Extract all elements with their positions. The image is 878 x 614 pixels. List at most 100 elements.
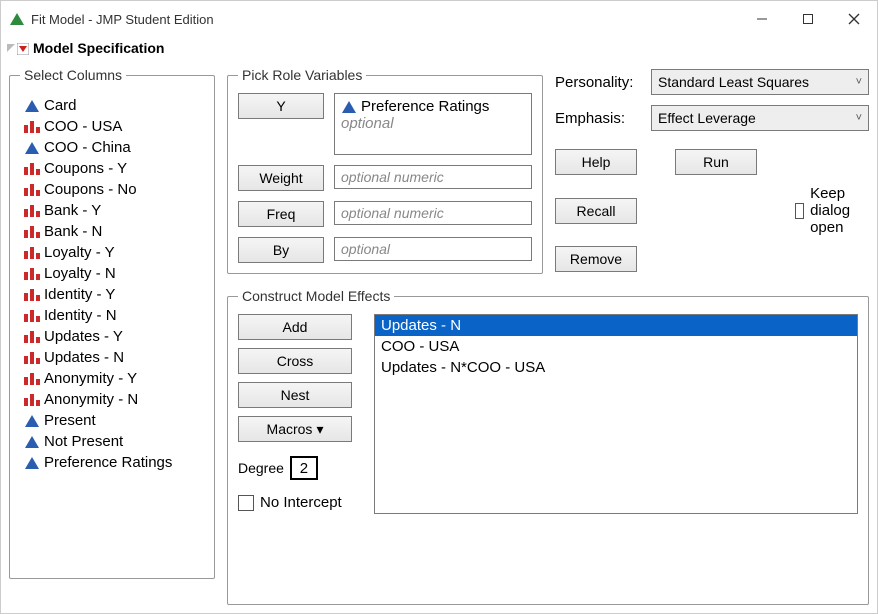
keep-open-label: Keep dialog open [810,185,869,236]
personality-label: Personality: [555,74,641,91]
chevron-down-icon: ˅ [856,112,862,124]
personality-select[interactable]: Standard Least Squares ˅ [651,69,869,95]
continuous-icon [24,456,40,470]
select-columns-legend: Select Columns [20,67,126,83]
degree-input[interactable]: 2 [290,456,318,480]
select-columns-group: Select Columns CardCOO - USACOO - ChinaC… [9,67,215,579]
help-button[interactable]: Help [555,149,637,175]
column-item[interactable]: Coupons - No [22,179,202,200]
freq-button[interactable]: Freq [238,201,324,227]
gray-disclosure-icon[interactable] [5,42,17,54]
column-item[interactable]: COO - China [22,137,202,158]
keep-open-row[interactable]: Keep dialog open [795,185,869,236]
column-item[interactable]: Preference Ratings [22,452,202,473]
continuous-icon [24,99,40,113]
y-button[interactable]: Y [238,93,324,119]
close-button[interactable] [831,1,877,37]
action-grid: Help Run Recall Keep dialog open Remove [555,149,869,272]
by-button[interactable]: By [238,237,324,263]
emphasis-value: Effect Leverage [658,110,756,126]
continuous-icon [24,435,40,449]
effect-item[interactable]: COO - USA [375,336,857,357]
freq-row: Freq optional numeric [238,201,532,227]
macros-button[interactable]: Macros ▾ [238,416,352,442]
column-item[interactable]: Not Present [22,431,202,452]
continuous-icon [341,100,357,114]
personality-value: Standard Least Squares [658,74,809,90]
column-label: COO - China [44,139,131,156]
chevron-down-icon: ˅ [856,76,862,88]
continuous-icon [24,414,40,428]
nominal-icon [24,288,40,302]
column-label: Updates - N [44,349,124,366]
column-item[interactable]: Present [22,410,202,431]
y-row: Y Preference Ratings optional [238,93,532,155]
effects-list[interactable]: Updates - NCOO - USAUpdates - N*COO - US… [374,314,858,514]
nominal-icon [24,351,40,365]
y-item: Preference Ratings [341,98,525,115]
nominal-icon [24,225,40,239]
continuous-icon [24,141,40,155]
column-item[interactable]: Updates - N [22,347,202,368]
columns-list[interactable]: Card COO - USA COO - China Coupons - Y Coupo… [20,93,204,475]
nominal-icon [24,372,40,386]
column-item[interactable]: Coupons - Y [22,158,202,179]
degree-row: Degree 2 [238,456,364,480]
pick-role-legend: Pick Role Variables [238,67,366,83]
column-label: Anonymity - N [44,391,138,408]
column-item[interactable]: Card [22,95,202,116]
nominal-icon [24,183,40,197]
column-item[interactable]: Identity - Y [22,284,202,305]
nominal-icon [24,330,40,344]
red-disclosure-icon[interactable] [17,42,29,54]
column-item[interactable]: Anonymity - N [22,389,202,410]
column-label: Updates - Y [44,328,123,345]
nominal-icon [24,309,40,323]
no-intercept-checkbox[interactable] [238,495,254,511]
nominal-icon [24,393,40,407]
dialog-body: Select Columns CardCOO - USACOO - ChinaC… [1,59,877,613]
by-field[interactable]: optional [334,237,532,261]
column-item[interactable]: Loyalty - N [22,263,202,284]
column-item[interactable]: Updates - Y [22,326,202,347]
maximize-button[interactable] [785,1,831,37]
column-label: COO - USA [44,118,122,135]
cross-button[interactable]: Cross [238,348,352,374]
app-icon [9,11,25,27]
remove-button[interactable]: Remove [555,246,637,272]
y-box[interactable]: Preference Ratings optional [334,93,532,155]
macros-label: Macros [267,421,313,437]
right-column: Pick Role Variables Y Preference Ratings… [227,67,869,605]
column-label: Bank - Y [44,202,101,219]
effect-item[interactable]: Updates - N*COO - USA [375,357,857,378]
nest-button[interactable]: Nest [238,382,352,408]
column-item[interactable]: Loyalty - Y [22,242,202,263]
run-button[interactable]: Run [675,149,757,175]
column-item[interactable]: Identity - N [22,305,202,326]
column-label: Present [44,412,96,429]
by-row: By optional [238,237,532,263]
no-intercept-row[interactable]: No Intercept [238,494,364,511]
add-button[interactable]: Add [238,314,352,340]
weight-button[interactable]: Weight [238,165,324,191]
column-item[interactable]: Anonymity - Y [22,368,202,389]
nominal-icon [24,204,40,218]
minimize-button[interactable] [739,1,785,37]
column-item[interactable]: Bank - Y [22,200,202,221]
fit-model-window: Fit Model - JMP Student Edition Model Sp… [0,0,878,614]
freq-field[interactable]: optional numeric [334,201,532,225]
column-item[interactable]: COO - USA [22,116,202,137]
column-label: Coupons - Y [44,160,127,177]
panel-header: Model Specification [1,37,877,59]
construct-body: Add Cross Nest Macros ▾ Degree 2 [238,314,858,514]
weight-field[interactable]: optional numeric [334,165,532,189]
recall-button[interactable]: Recall [555,198,637,224]
y-item-label: Preference Ratings [361,98,489,115]
pick-role-group: Pick Role Variables Y Preference Ratings… [227,67,543,274]
column-item[interactable]: Bank - N [22,221,202,242]
nominal-icon [24,246,40,260]
column-label: Bank - N [44,223,102,240]
emphasis-select[interactable]: Effect Leverage ˅ [651,105,869,131]
effect-item[interactable]: Updates - N [375,315,857,336]
keep-open-checkbox[interactable] [795,203,804,219]
